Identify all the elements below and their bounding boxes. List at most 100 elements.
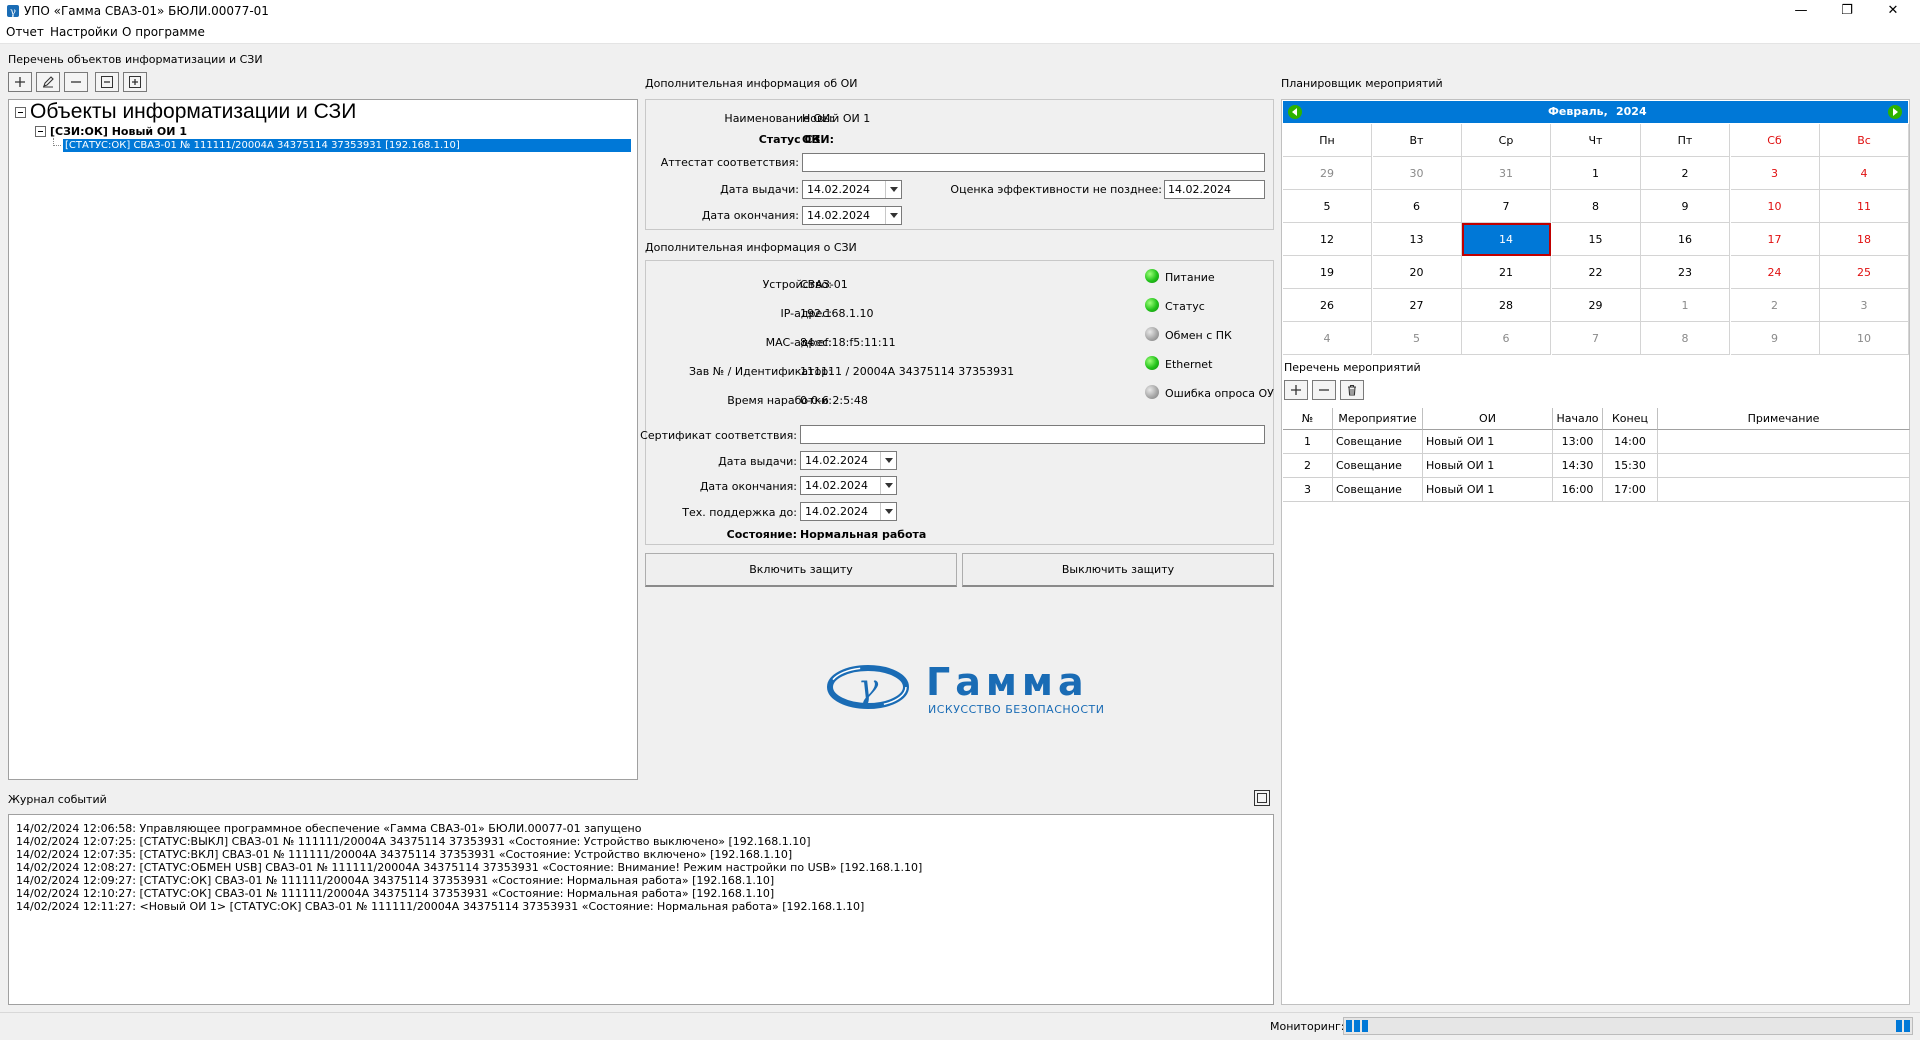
events-column-header[interactable]: Конец xyxy=(1603,408,1658,430)
journal-maximize-button[interactable] xyxy=(1254,790,1270,806)
events-table-cell[interactable] xyxy=(1658,478,1910,502)
events-table-cell[interactable]: 3 xyxy=(1283,478,1333,502)
calendar-day[interactable]: 13 xyxy=(1372,223,1462,256)
calendar-day[interactable]: 21 xyxy=(1462,256,1551,289)
remove-event-button[interactable] xyxy=(1312,380,1336,400)
calendar-day[interactable]: 23 xyxy=(1641,256,1730,289)
collapse-all-button[interactable] xyxy=(95,72,119,92)
add-button[interactable] xyxy=(8,72,32,92)
events-table-cell[interactable]: Совещание xyxy=(1333,478,1423,502)
calendar-day[interactable]: 17 xyxy=(1730,223,1820,256)
add-event-button[interactable] xyxy=(1284,380,1308,400)
close-icon[interactable]: ✕ xyxy=(1870,0,1916,22)
objects-tree[interactable]: Объекты информатизации и СЗИ [СЗИ:ОК] Но… xyxy=(8,99,638,780)
calendar-day[interactable]: 7 xyxy=(1551,322,1641,355)
events-column-header[interactable]: Мероприятие xyxy=(1333,408,1423,430)
calendar-day[interactable]: 7 xyxy=(1462,190,1551,223)
chevron-down-icon[interactable] xyxy=(880,452,896,469)
calendar-day[interactable]: 26 xyxy=(1283,289,1372,322)
calendar-day[interactable]: 31 xyxy=(1462,157,1551,190)
calendar-day-selected[interactable]: 14 xyxy=(1462,223,1551,256)
calendar-day[interactable]: 8 xyxy=(1641,322,1730,355)
calendar-day[interactable]: 18 xyxy=(1820,223,1909,256)
events-table-cell[interactable]: 16:00 xyxy=(1553,478,1603,502)
calendar-year[interactable]: 2024 xyxy=(1616,105,1647,118)
calendar-day[interactable]: 25 xyxy=(1820,256,1909,289)
calendar-day[interactable]: 30 xyxy=(1372,157,1462,190)
calendar-day[interactable]: 9 xyxy=(1730,322,1820,355)
events-column-header[interactable]: ОИ xyxy=(1423,408,1553,430)
events-table-cell[interactable]: 2 xyxy=(1283,454,1333,478)
disable-protection-button[interactable]: Выключить защиту xyxy=(962,553,1274,587)
tree-leaf-selected[interactable]: [СТАТУС:ОК] СВАЗ-01 № 111111/20004А 3437… xyxy=(63,139,631,152)
events-column-header[interactable]: № xyxy=(1283,408,1333,430)
journal-log[interactable]: 14/02/2024 12:06:58: Управляющее програм… xyxy=(8,814,1274,1005)
calendar-day[interactable]: 2 xyxy=(1730,289,1820,322)
chevron-down-icon[interactable] xyxy=(880,477,896,494)
calendar-day[interactable]: 20 xyxy=(1372,256,1462,289)
events-table-cell[interactable] xyxy=(1658,454,1910,478)
calendar-day[interactable]: 16 xyxy=(1641,223,1730,256)
tree-child-label[interactable]: [СЗИ:ОК] Новый ОИ 1 xyxy=(50,125,187,138)
menu-report[interactable]: Отчет xyxy=(6,25,44,39)
oi-issue-date-picker[interactable]: 14.02.2024 xyxy=(802,180,902,199)
calendar-day[interactable]: 8 xyxy=(1551,190,1641,223)
events-table-cell[interactable]: 15:30 xyxy=(1603,454,1658,478)
events-table-cell[interactable]: Новый ОИ 1 xyxy=(1423,478,1553,502)
calendar-day[interactable]: 2 xyxy=(1641,157,1730,190)
calendar-day[interactable]: 6 xyxy=(1462,322,1551,355)
events-table-cell[interactable]: Совещание xyxy=(1333,430,1423,454)
szi-end-date-picker[interactable]: 14.02.2024 xyxy=(800,476,897,495)
support-date-picker[interactable]: 14.02.2024 xyxy=(800,502,897,521)
events-column-header[interactable]: Примечание xyxy=(1658,408,1910,430)
calendar-day[interactable]: 27 xyxy=(1372,289,1462,322)
calendar-day[interactable]: 29 xyxy=(1551,289,1641,322)
calendar-day[interactable]: 4 xyxy=(1820,157,1909,190)
calendar-day[interactable]: 9 xyxy=(1641,190,1730,223)
calendar-day[interactable]: 29 xyxy=(1283,157,1372,190)
enable-protection-button[interactable]: Включить защиту xyxy=(645,553,957,587)
tree-root-label[interactable]: Объекты информатизации и СЗИ xyxy=(30,100,356,124)
events-table-cell[interactable]: Новый ОИ 1 xyxy=(1423,454,1553,478)
prev-month-button[interactable] xyxy=(1287,104,1303,120)
events-table-cell[interactable]: 17:00 xyxy=(1603,478,1658,502)
calendar-day[interactable]: 19 xyxy=(1283,256,1372,289)
calendar-day[interactable]: 4 xyxy=(1283,322,1372,355)
calendar-day[interactable]: 10 xyxy=(1820,322,1909,355)
eval-input[interactable]: 14.02.2024 xyxy=(1164,180,1265,199)
oi-end-date-picker[interactable]: 14.02.2024 xyxy=(802,206,902,225)
edit-button[interactable] xyxy=(36,72,60,92)
calendar-day[interactable]: 11 xyxy=(1820,190,1909,223)
tree-toggle-child[interactable] xyxy=(35,126,46,137)
chevron-down-icon[interactable] xyxy=(880,503,896,520)
events-table-cell[interactable]: 14:30 xyxy=(1553,454,1603,478)
events-table-cell[interactable]: Новый ОИ 1 xyxy=(1423,430,1553,454)
calendar-day[interactable]: 5 xyxy=(1372,322,1462,355)
calendar-day[interactable]: 3 xyxy=(1820,289,1909,322)
next-month-button[interactable] xyxy=(1887,104,1903,120)
events-table-cell[interactable]: 1 xyxy=(1283,430,1333,454)
menu-settings[interactable]: Настройки xyxy=(50,25,118,39)
calendar-month[interactable]: Февраль, xyxy=(1548,105,1608,118)
calendar-day[interactable]: 24 xyxy=(1730,256,1820,289)
attestat-input[interactable] xyxy=(802,153,1265,172)
events-table-cell[interactable]: 14:00 xyxy=(1603,430,1658,454)
minimize-icon[interactable]: — xyxy=(1778,0,1824,22)
chevron-down-icon[interactable] xyxy=(885,181,901,198)
delete-event-button[interactable] xyxy=(1340,380,1364,400)
menu-about[interactable]: О программе xyxy=(122,25,205,39)
calendar-day[interactable]: 5 xyxy=(1283,190,1372,223)
calendar-day[interactable]: 1 xyxy=(1551,157,1641,190)
expand-all-button[interactable] xyxy=(123,72,147,92)
maximize-icon[interactable]: ❐ xyxy=(1824,0,1870,22)
calendar-day[interactable]: 12 xyxy=(1283,223,1372,256)
szi-issue-date-picker[interactable]: 14.02.2024 xyxy=(800,451,897,470)
events-column-header[interactable]: Начало xyxy=(1553,408,1603,430)
events-table-cell[interactable] xyxy=(1658,430,1910,454)
events-table-cell[interactable]: Совещание xyxy=(1333,454,1423,478)
calendar-day[interactable]: 10 xyxy=(1730,190,1820,223)
chevron-down-icon[interactable] xyxy=(885,207,901,224)
calendar-day[interactable]: 1 xyxy=(1641,289,1730,322)
calendar-day[interactable]: 3 xyxy=(1730,157,1820,190)
tree-toggle-root[interactable] xyxy=(15,107,26,118)
